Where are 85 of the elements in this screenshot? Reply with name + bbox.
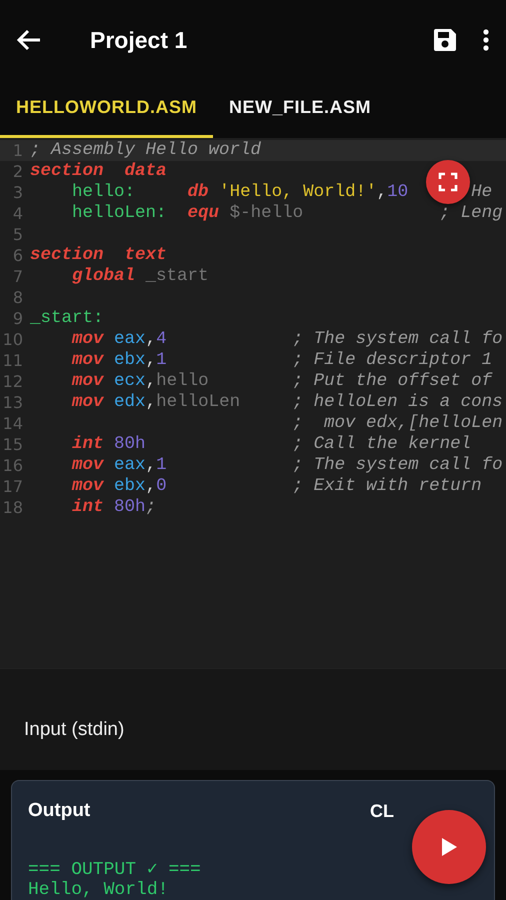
input-label[interactable]: Input (stdin) — [24, 716, 124, 745]
output-line: Hello, World! — [28, 880, 168, 900]
code-token: mov — [72, 392, 104, 412]
code-token: eax — [114, 329, 146, 349]
code-token: $-hello — [230, 203, 304, 223]
code-token: 'Hello, World!' — [219, 182, 377, 202]
code-token: 1 — [156, 455, 167, 475]
more-options-icon[interactable] — [482, 28, 490, 52]
code-token: section — [30, 161, 104, 181]
code-token: _start: — [30, 308, 104, 328]
save-icon[interactable] — [432, 27, 458, 53]
code-token: _start — [146, 266, 209, 286]
play-icon — [440, 837, 458, 857]
code-token: ebx — [114, 350, 146, 370]
line-number: 7 — [12, 266, 24, 287]
code-token: mov — [72, 350, 104, 370]
code-comment: ; Call the kernel — [292, 434, 472, 454]
code-token: global — [72, 266, 136, 286]
code-comment: ; File descriptor 1 — [292, 350, 492, 370]
line-number: 5 — [12, 224, 24, 245]
line-number: 18 — [2, 497, 24, 518]
code-token: hello — [156, 371, 209, 391]
code-token: equ — [188, 203, 220, 223]
code-token: int — [72, 434, 104, 454]
code-comment: ; Leng — [440, 203, 503, 223]
line-number: 4 — [12, 203, 24, 224]
line-number: 8 — [12, 287, 24, 308]
line-number: 6 — [12, 245, 24, 266]
code-token: helloLen: — [72, 203, 167, 223]
code-token: edx — [114, 392, 146, 412]
line-number: 3 — [12, 182, 24, 203]
project-title: Project 1 — [90, 26, 188, 55]
line-number: 14 — [2, 413, 24, 434]
code-token: mov — [72, 476, 104, 496]
output-line: === OUTPUT ✓ === — [28, 860, 201, 880]
code-comment: ; Assembly Hello world — [30, 140, 262, 160]
code-comment: ; helloLen is a cons — [292, 392, 503, 412]
fullscreen-icon — [438, 172, 458, 192]
code-token: mov — [72, 329, 104, 349]
line-number: 13 — [2, 392, 24, 413]
back-icon[interactable] — [16, 29, 42, 51]
code-token: hello: — [72, 182, 136, 202]
code-token: section — [30, 245, 104, 265]
fullscreen-button[interactable] — [426, 160, 470, 204]
code-token: 1 — [156, 350, 167, 370]
code-token: mov — [72, 371, 104, 391]
code-token: data — [124, 161, 167, 181]
code-comment: ; Exit with return — [292, 476, 482, 496]
file-tab[interactable]: NEW_FILE.ASM — [212, 80, 387, 138]
line-number: 15 — [2, 434, 24, 455]
code-token: 10 — [387, 182, 408, 202]
code-comment: ; Put the offset of — [292, 371, 492, 391]
line-number: 16 — [2, 455, 24, 476]
code-token: 4 — [156, 329, 167, 349]
output-title: Output — [28, 799, 90, 823]
code-token: mov — [72, 455, 104, 475]
code-token: , — [146, 350, 156, 370]
code-comment: ; The system call fo — [292, 329, 503, 349]
code-token: , — [146, 392, 156, 412]
line-number: 12 — [2, 371, 24, 392]
code-token: 80h — [114, 434, 146, 454]
code-token: , — [146, 371, 156, 391]
code-token: db — [188, 182, 209, 202]
line-number: 11 — [2, 350, 24, 371]
code-token: int — [72, 497, 104, 517]
code-comment: He — [471, 182, 492, 202]
code-token: ebx — [114, 476, 146, 496]
code-token: text — [124, 245, 167, 265]
code-token: 0 — [156, 476, 167, 496]
code-comment: ; The system call fo — [292, 455, 503, 475]
code-token: , — [146, 329, 156, 349]
line-number: 2 — [12, 161, 24, 182]
line-number: 10 — [2, 329, 24, 350]
code-token: , — [146, 476, 156, 496]
code-token: , — [376, 182, 388, 202]
code-token: , — [146, 455, 156, 475]
code-comment: ; — [146, 497, 156, 517]
code-token: helloLen — [156, 392, 240, 412]
line-number: 17 — [2, 476, 24, 497]
line-number: 9 — [12, 308, 24, 329]
code-token: 80h — [114, 497, 146, 517]
code-comment: ; mov edx,[helloLen — [292, 413, 503, 433]
clear-button[interactable]: CL — [370, 802, 394, 820]
code-token: ecx — [114, 371, 146, 391]
code-token: eax — [114, 455, 146, 475]
